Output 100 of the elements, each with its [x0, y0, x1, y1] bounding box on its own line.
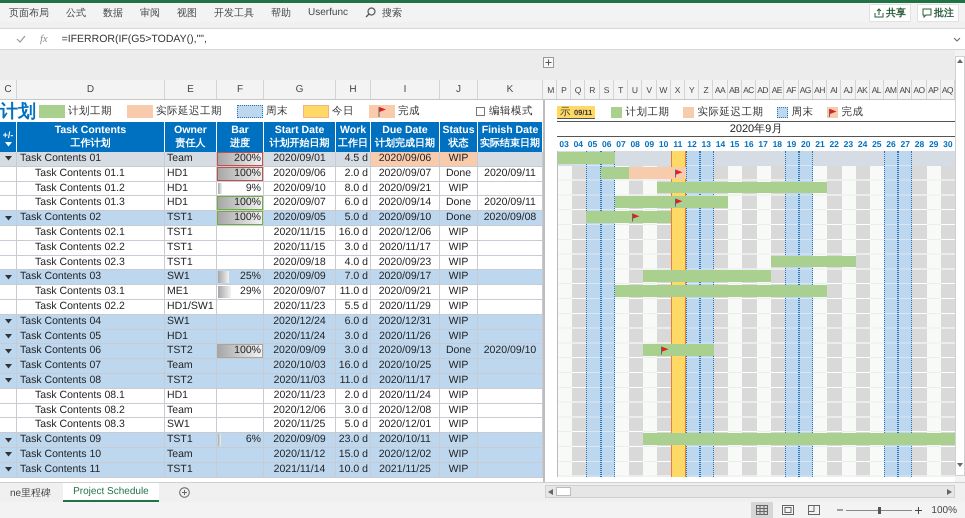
- column-header[interactable]: AA: [713, 80, 728, 99]
- scroll-thumb[interactable]: [556, 487, 571, 496]
- table-row[interactable]: Task Contents 10 Team 2020/11/12 15.0 d 2020/12/02 WIP: [0, 448, 543, 463]
- menu-tab[interactable]: 开发工具: [214, 6, 254, 20]
- menu-tab[interactable]: 审阅: [140, 6, 160, 20]
- column-header[interactable]: X: [670, 80, 685, 99]
- column-header[interactable]: AF: [784, 80, 799, 99]
- table-row[interactable]: Task Contents 02 TST1 100% 2020/09/05 5.0 d 2020/09/10 Done 2020/09/08: [0, 211, 543, 226]
- menu-tab[interactable]: 视图: [177, 6, 197, 20]
- table-row[interactable]: Task Contents 03 SW1 25% 2020/09/09 7.0 d 2020/09/17 WIP: [0, 270, 543, 286]
- scroll-down-icon[interactable]: [957, 463, 963, 467]
- column-header[interactable]: S: [600, 80, 614, 99]
- column-header[interactable]: G: [264, 80, 336, 99]
- menu-tab[interactable]: 数据: [103, 6, 123, 20]
- zoom-thumb[interactable]: [878, 506, 882, 514]
- table-row[interactable]: Task Contents 01.2 HD1 9% 2020/09/10 8.0 d 2020/09/21 WIP: [0, 182, 543, 196]
- collapse-icon[interactable]: [4, 142, 12, 146]
- column-header[interactable]: AE: [770, 80, 784, 99]
- comment-button[interactable]: 批注: [917, 4, 959, 22]
- column-header[interactable]: AP: [926, 80, 941, 99]
- sheet-tab[interactable]: Project Schedule: [63, 483, 159, 502]
- table-row[interactable]: Task Contents 04 SW1 2020/12/24 6.0 d 2020/12/31 WIP: [0, 314, 543, 330]
- column-header[interactable]: AM: [884, 80, 898, 99]
- column-header[interactable]: U: [628, 80, 642, 99]
- view-button[interactable]: [751, 502, 774, 518]
- table-row[interactable]: Task Contents 08 TST2 2020/11/03 11.0 d 2020/11/17 WIP: [0, 374, 543, 389]
- column-header[interactable]: Z: [699, 80, 714, 99]
- table-row[interactable]: Task Contents 05 HD1 2020/11/24 3.0 d 2020/11/26 WIP: [0, 330, 543, 344]
- column-header[interactable]: F: [217, 80, 264, 99]
- table-row[interactable]: Task Contents 07 Team 2020/10/03 16.0 d 2020/10/25 WIP: [0, 359, 543, 374]
- table-row[interactable]: Task Contents 02.3 TST1 2020/09/18 4.0 d 2020/09/23 WIP: [0, 256, 543, 270]
- column-header[interactable]: C: [0, 80, 17, 99]
- column-header[interactable]: AI: [827, 80, 842, 99]
- table-row[interactable]: Task Contents 01 Team 200% 2020/09/01 4.5 d 2020/09/06 WIP: [0, 152, 543, 167]
- column-header[interactable]: E: [165, 80, 217, 99]
- collapse-icon[interactable]: [4, 452, 12, 458]
- column-header[interactable]: M: [545, 80, 557, 99]
- menu-tab[interactable]: 公式: [66, 6, 86, 20]
- checkbox[interactable]: [476, 106, 485, 116]
- column-header[interactable]: AG: [798, 80, 813, 99]
- collapse-icon[interactable]: [4, 334, 12, 339]
- column-header[interactable]: Y: [684, 80, 700, 99]
- column-header[interactable]: H: [336, 80, 371, 99]
- share-button[interactable]: 共享: [869, 4, 911, 22]
- column-header[interactable]: V: [642, 80, 656, 99]
- table-row[interactable]: Task Contents 08.2 Team 2020/12/06 3.0 d 2020/12/08 WIP: [0, 404, 543, 418]
- column-header[interactable]: AH: [812, 80, 828, 99]
- column-header[interactable]: T: [614, 80, 628, 99]
- insert-function-button[interactable]: fx: [40, 34, 48, 44]
- add-sheet-icon[interactable]: [178, 487, 190, 498]
- column-header[interactable]: AC: [742, 80, 756, 99]
- column-header[interactable]: W: [656, 80, 671, 99]
- collapse-icon[interactable]: [4, 216, 12, 221]
- column-header[interactable]: Q: [571, 80, 586, 99]
- collapse-icon[interactable]: [4, 467, 12, 472]
- collapse-icon[interactable]: [4, 348, 12, 354]
- collapse-icon[interactable]: [4, 274, 12, 280]
- checkbox-label[interactable]: 编辑模式: [489, 104, 533, 118]
- column-header[interactable]: D: [17, 80, 165, 99]
- column-header[interactable]: P: [557, 80, 572, 99]
- column-header[interactable]: AO: [912, 80, 927, 99]
- collapse-icon[interactable]: [4, 156, 12, 162]
- menu-tab[interactable]: 页面布局: [9, 6, 49, 20]
- table-row[interactable]: Task Contents 02.2 TST1 2020/11/15 3.0 d 2020/11/17 WIP: [0, 240, 543, 256]
- scroll-left-icon[interactable]: [548, 488, 553, 494]
- column-header[interactable]: AN: [898, 80, 912, 99]
- column-header[interactable]: I: [371, 80, 440, 99]
- table-row[interactable]: Task Contents 09 TST1 6% 2020/09/09 23.0 d 2020/10/11 WIP: [0, 433, 543, 448]
- table-row[interactable]: Task Contents 02.2 HD1/SW1 2020/11/23 5.5 d 2020/11/29 WIP: [0, 300, 543, 315]
- column-header[interactable]: J: [440, 80, 478, 99]
- table-row[interactable]: Task Contents 08.3 SW1 2020/11/25 5.0 d 2020/12/01 WIP: [0, 418, 543, 434]
- collapse-icon[interactable]: [4, 438, 12, 443]
- table-row[interactable]: Task Contents 01.3 HD1 100% 2020/09/07 6.0 d 2020/09/14 Done 2020/09/11: [0, 196, 543, 212]
- expand-icon[interactable]: [953, 36, 961, 42]
- table-row[interactable]: Task Contents 03.1 ME1 29% 2020/09/07 11.0 d 2020/09/21 WIP: [0, 285, 543, 300]
- column-header[interactable]: R: [585, 80, 600, 99]
- table-row[interactable]: Task Contents 11 TST1 2021/11/14 10.0 d 2021/11/25 WIP: [0, 462, 543, 478]
- menu-tab[interactable]: Userfunc: [308, 7, 348, 18]
- scroll-right-icon[interactable]: [947, 488, 952, 494]
- column-header[interactable]: AJ: [841, 80, 856, 99]
- sheet-tab[interactable]: ne里程碑: [0, 483, 62, 502]
- column-header[interactable]: AD: [756, 80, 770, 99]
- column-header[interactable]: AB: [728, 80, 742, 99]
- formula-input[interactable]: =IFERROR(IF(G5>TODAY(),"",: [62, 33, 953, 45]
- expand-group-button[interactable]: [543, 57, 554, 68]
- zoom-out-icon[interactable]: [837, 507, 844, 513]
- confirm-icon[interactable]: [16, 35, 26, 43]
- column-header[interactable]: AL: [870, 80, 884, 99]
- table-row[interactable]: Task Contents 01.1 HD1 100% 2020/09/06 2.0 d 2020/09/07 Done 2020/09/11: [0, 166, 543, 182]
- zoom-in-icon[interactable]: [915, 506, 922, 514]
- collapse-icon[interactable]: [4, 378, 12, 384]
- search-field[interactable]: 搜索: [382, 6, 402, 20]
- collapse-icon[interactable]: [4, 364, 12, 369]
- collapse-icon[interactable]: [4, 319, 12, 324]
- table-row[interactable]: Task Contents 08.1 HD1 2020/11/23 2.0 d 2020/11/24 WIP: [0, 388, 543, 404]
- menu-tab[interactable]: 帮助: [271, 6, 291, 20]
- table-row[interactable]: Task Contents 02.1 TST1 2020/11/15 16.0 d 2020/12/06 WIP: [0, 226, 543, 241]
- scroll-up-icon[interactable]: [957, 59, 963, 63]
- column-header[interactable]: K: [478, 80, 543, 99]
- table-row[interactable]: Task Contents 06 TST2 100% 2020/09/09 3.0 d 2020/09/13 Done 2020/09/10: [0, 344, 543, 360]
